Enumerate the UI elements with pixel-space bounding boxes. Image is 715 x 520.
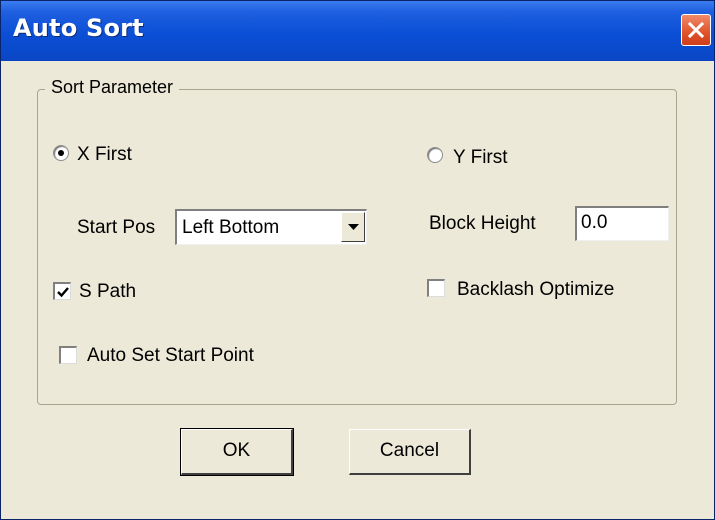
auto-sort-dialog: Auto Sort Sort Parameter X First Y First… (0, 0, 715, 520)
backlash-optimize-label[interactable]: Backlash Optimize (457, 279, 614, 301)
close-icon (688, 22, 704, 38)
chevron-down-icon (348, 224, 359, 230)
start-pos-label: Start Pos (77, 217, 156, 238)
close-button[interactable] (681, 14, 711, 46)
s-path-label[interactable]: S Path (79, 281, 136, 303)
window-title: Auto Sort (13, 14, 144, 42)
s-path-checkbox[interactable] (53, 282, 71, 300)
group-label: Sort Parameter (45, 77, 180, 98)
start-pos-dropdown[interactable]: Left Bottom (175, 209, 367, 245)
block-height-label: Block Height (429, 213, 536, 234)
auto-set-start-point-checkbox[interactable] (59, 346, 77, 364)
backlash-optimize-checkbox[interactable] (427, 279, 445, 297)
ok-button[interactable]: OK (180, 428, 294, 476)
start-pos-value: Left Bottom (182, 217, 280, 238)
x-first-label[interactable]: X First (77, 144, 132, 166)
auto-set-start-point-label[interactable]: Auto Set Start Point (87, 345, 254, 367)
dialog-body: Sort Parameter X First Y First Start Pos… (1, 61, 714, 519)
block-height-input[interactable]: 0.0 (575, 206, 669, 241)
checkmark-icon (57, 287, 69, 298)
title-bar[interactable]: Auto Sort (1, 1, 714, 61)
y-first-label[interactable]: Y First (453, 147, 508, 169)
x-first-radio[interactable] (53, 145, 69, 161)
cancel-button[interactable]: Cancel (349, 429, 471, 475)
dropdown-button[interactable] (341, 212, 365, 242)
y-first-radio[interactable] (427, 147, 443, 163)
radio-selected-dot (58, 150, 64, 156)
